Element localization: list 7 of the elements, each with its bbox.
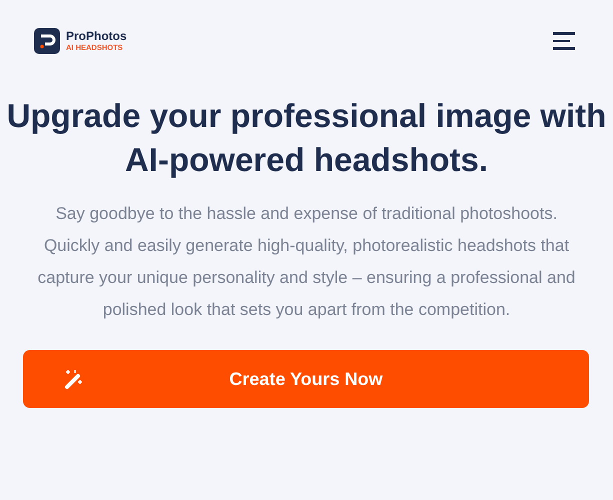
logo-icon bbox=[34, 28, 60, 54]
brand-name: ProPhotos bbox=[66, 30, 127, 42]
hero-description: Say goodbye to the hassle and expense of traditional photoshoots. Quickly and easily generate high-quality, photorealistic headshots that capture your unique personality and style – ensuring a professional and polished look that sets you apart from the competition. bbox=[36, 203, 576, 321]
hero-title: Upgrade your professional image with AI-powered headshots. bbox=[6, 96, 606, 180]
create-button[interactable]: Create Yours Now bbox=[23, 350, 589, 408]
menu-icon[interactable] bbox=[553, 32, 575, 50]
magic-wand-icon bbox=[63, 368, 85, 390]
